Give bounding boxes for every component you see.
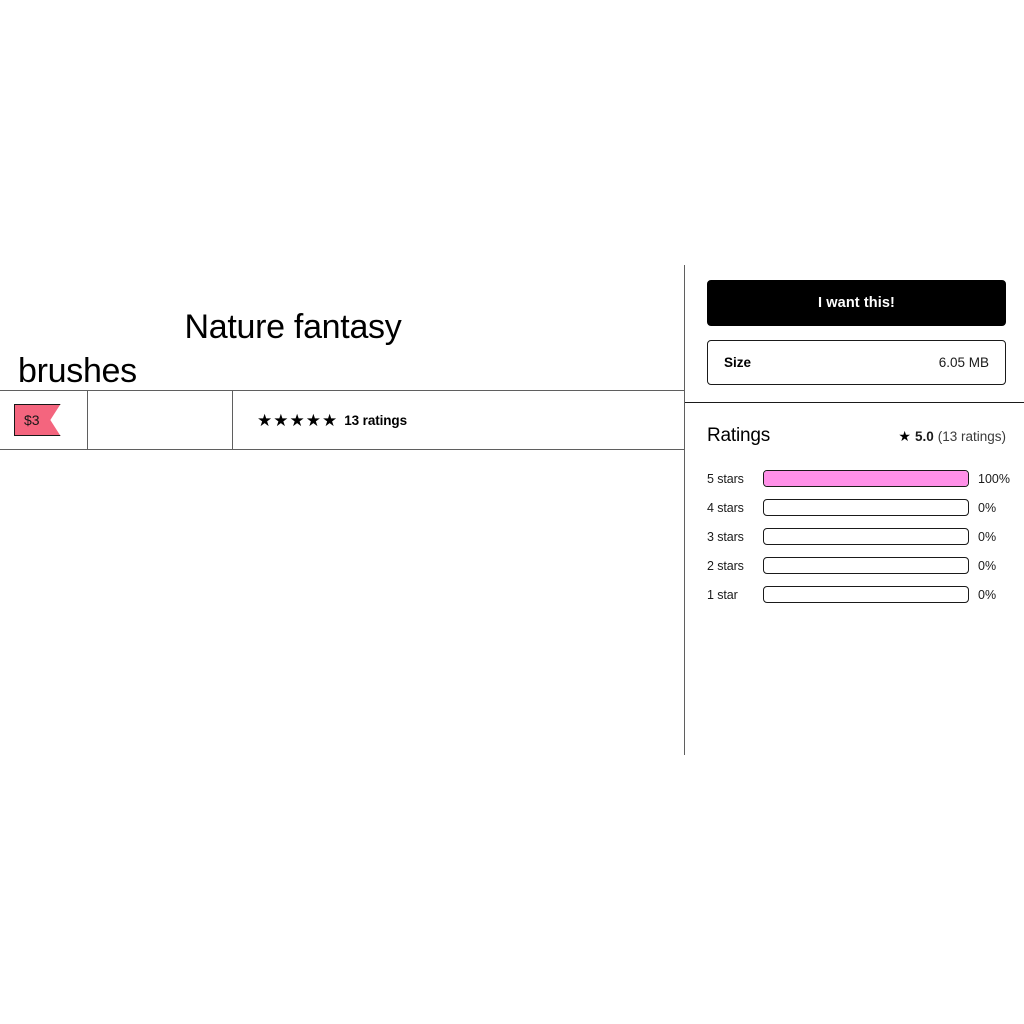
- histogram-row[interactable]: 3 stars 0%: [707, 522, 1006, 551]
- histogram-bar-track: [763, 586, 969, 603]
- price-badge[interactable]: $3: [14, 404, 61, 436]
- histogram-percent-label: 0%: [978, 558, 997, 573]
- histogram-bar-track: [763, 499, 969, 516]
- histogram-percent-label: 100%: [978, 471, 1010, 486]
- histogram-row[interactable]: 4 stars 0%: [707, 493, 1006, 522]
- histogram-bar-track: [763, 528, 969, 545]
- product-title-line-2: brushes: [18, 351, 137, 390]
- ratings-header: Ratings ★ 5.0 (13 ratings): [707, 425, 1006, 447]
- histogram-star-label: 5 stars: [707, 471, 744, 486]
- i-want-this-button[interactable]: I want this!: [707, 280, 1006, 326]
- histogram-percent-label: 0%: [978, 500, 997, 515]
- histogram-percent-label: 0%: [978, 529, 997, 544]
- product-info-bar: $3 ★★★★★ 13 ratings: [0, 390, 684, 450]
- histogram-bar-track: [763, 470, 969, 487]
- purchase-panel: I want this! Size 6.05 MB: [685, 265, 1024, 403]
- rating-summary-inline: ★★★★★ 13 ratings: [257, 412, 407, 429]
- histogram-star-label: 3 stars: [707, 529, 744, 544]
- ratings-histogram: 5 stars 100% 4 stars 0% 3 stars 0% 2 stars 0% 1 …: [707, 464, 1010, 609]
- histogram-star-label: 1 star: [707, 587, 738, 602]
- purchase-sidebar: I want this! Size 6.05 MB Ratings ★ 5.0 …: [684, 265, 1024, 755]
- product-title-line-1: Nature fantasy: [184, 307, 402, 346]
- rating-cell[interactable]: ★★★★★ 13 ratings: [233, 391, 684, 449]
- star-icon: ★: [898, 428, 911, 444]
- average-rating-value: 5.0: [914, 428, 934, 444]
- product-page: Nature fantasy brushes $3 ★★★★★ 13 ratin…: [0, 0, 1024, 1024]
- ratings-count-label: 13 ratings: [344, 412, 407, 428]
- histogram-bar-track: [763, 557, 969, 574]
- histogram-row[interactable]: 2 stars 0%: [707, 551, 1006, 580]
- histogram-row[interactable]: 5 stars 100%: [707, 464, 1010, 493]
- histogram-star-label: 4 stars: [707, 500, 744, 515]
- ratings-section: Ratings ★ 5.0 (13 ratings) 5 stars 100% 4 …: [685, 403, 1024, 609]
- attribute-value: 6.05 MB: [938, 355, 989, 370]
- histogram-star-label: 2 stars: [707, 558, 744, 573]
- seller-cell: [88, 391, 233, 449]
- ratings-count-parenthetical: (13 ratings): [937, 428, 1006, 444]
- attribute-label: Size: [724, 355, 752, 370]
- ratings-heading: Ratings: [707, 425, 771, 446]
- page-title: Nature fantasy brushes: [0, 305, 684, 393]
- histogram-row[interactable]: 1 star 0%: [707, 580, 1006, 609]
- ratings-average-summary: ★ 5.0 (13 ratings): [898, 429, 1006, 444]
- price-cell: $3: [0, 391, 88, 449]
- star-rating-icon: ★★★★★: [257, 410, 339, 430]
- histogram-percent-label: 0%: [978, 587, 997, 602]
- histogram-bar-fill: [764, 471, 968, 486]
- product-main-column: Nature fantasy brushes $3 ★★★★★ 13 ratin…: [0, 265, 684, 755]
- attribute-row-size: Size 6.05 MB: [707, 340, 1006, 385]
